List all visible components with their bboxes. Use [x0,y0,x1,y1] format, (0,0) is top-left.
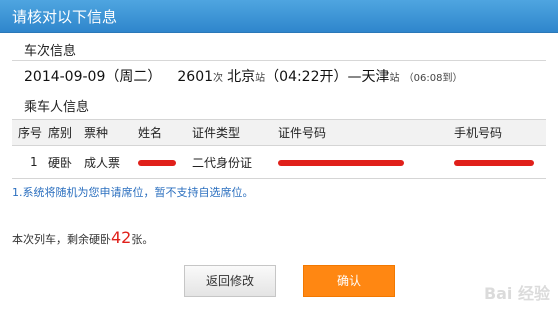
from-station: 北京 [227,69,256,85]
from-station-suffix: 站 [255,73,266,84]
depart-time: （04:22开） [265,69,348,85]
redacted-id-number [278,159,404,166]
train-info-label: 车次信息 [24,44,77,59]
remaining-suffix: 张。 [131,233,154,246]
cell-id-number [272,145,448,179]
column-header: 票种 [78,119,132,146]
column-header: 席别 [42,119,78,146]
cell-id-type: 二代身份证 [186,145,272,179]
seat-notice: 1.系统将随机为您申请席位，暂不支持自选席位。 [12,186,254,199]
column-header: 序号 [12,119,42,146]
to-station: 天津 [361,69,390,85]
column-header: 手机号码 [448,119,546,146]
passenger-table: 序号 席别 票种 姓名 证件类型 证件号码 手机号码 1 硬卧 成人票 二代身份… [12,119,546,179]
train-suffix: 次 [213,73,224,84]
table-row: 1 硬卧 成人票 二代身份证 [12,145,546,179]
route-separator: — [347,69,362,85]
train-number: 2601 [177,69,214,85]
passenger-info-label: 乘车人信息 [24,100,90,115]
column-header: 证件号码 [272,119,448,146]
travel-date: 2014-09-09（周二） [24,69,162,85]
redacted-name [138,159,176,166]
confirm-button[interactable]: 确认 [303,265,395,297]
dialog-title: 请核对以下信息 [12,8,118,26]
back-modify-button[interactable]: 返回修改 [184,265,276,297]
watermark-logo: Bai 经验 [483,284,550,303]
arrive-time: （06:08到） [403,73,463,84]
remaining-prefix: 本次列车，剩余硬卧 [12,233,111,246]
train-info-line: 2014-09-09（周二） 2601次 北京站（04:22开）—天津站 （06:… [24,66,462,86]
table-header-row: 序号 席别 票种 姓名 证件类型 证件号码 手机号码 [12,119,546,146]
to-station-suffix: 站 [389,73,400,84]
redacted-phone [454,159,534,166]
cell-name [132,145,186,179]
cell-seat: 硬卧 [42,145,78,179]
remaining-count: 42 [111,228,132,247]
cell-index: 1 [12,145,42,179]
column-header: 姓名 [132,119,186,146]
remaining-tickets: 本次列车，剩余硬卧42张。 [12,228,153,247]
cell-ticket-type: 成人票 [78,145,132,179]
dialog-titlebar: 请核对以下信息 [0,0,558,33]
divider [12,60,546,61]
column-header: 证件类型 [186,119,272,146]
cell-phone [448,145,546,179]
